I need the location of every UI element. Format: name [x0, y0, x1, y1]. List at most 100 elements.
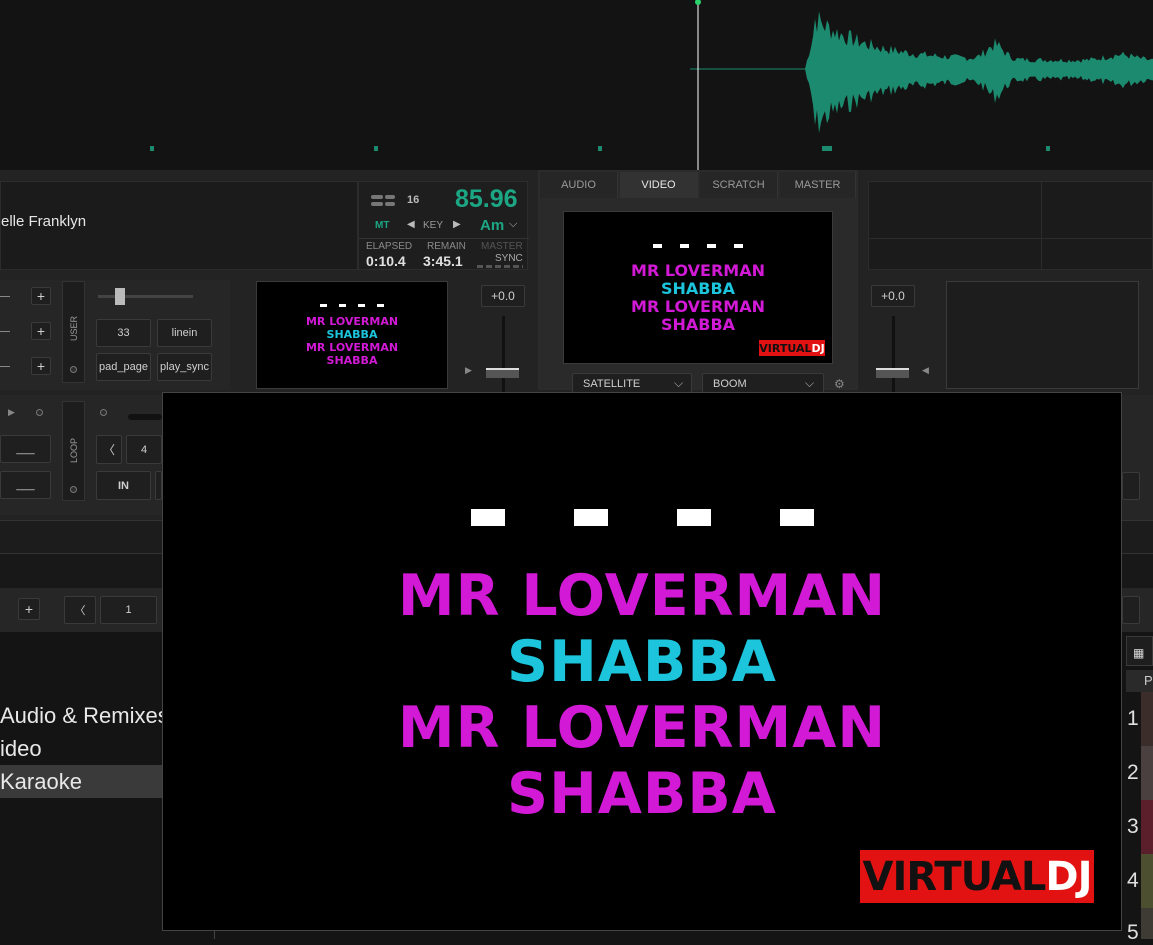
- waveform-svg: [150, 0, 1153, 170]
- mt-button[interactable]: MT: [375, 220, 389, 231]
- row-number: 5: [1127, 921, 1139, 944]
- user-pad-group: USER: [62, 281, 85, 383]
- row-number: 4: [1127, 869, 1139, 892]
- video-output-window[interactable]: MR LOVERMAN SHABBA MR LOVERMAN SHABBA VI…: [162, 392, 1122, 931]
- loop-slider[interactable]: [128, 414, 162, 420]
- right-deck-info: [868, 181, 1153, 271]
- logo-text-right: DJ: [1045, 853, 1092, 900]
- tab-video[interactable]: VIDEO: [620, 172, 698, 198]
- chevron-down-icon[interactable]: ⌵: [805, 376, 814, 391]
- beat-marker: [598, 146, 602, 151]
- beat-marker: [150, 146, 154, 151]
- tab-audio[interactable]: AUDIO: [540, 172, 618, 198]
- add-page-button[interactable]: +: [18, 598, 40, 620]
- loop-size-value[interactable]: 4: [126, 435, 162, 464]
- page-next-button-partial[interactable]: [1122, 596, 1140, 624]
- key-label: KEY: [423, 220, 444, 231]
- preview-lyric-line-1: MR LOVERMAN: [631, 261, 765, 280]
- right-button-partial[interactable]: [1122, 472, 1140, 500]
- pad-slider-track[interactable]: [98, 295, 193, 298]
- preview-lyric-line-3: MR LOVERMAN: [631, 297, 765, 316]
- browser-divider: [214, 931, 215, 939]
- tab-master[interactable]: MASTER: [780, 172, 856, 198]
- hotcue-button[interactable]: ___: [0, 435, 51, 463]
- left-pitch-value[interactable]: +0.0: [481, 285, 525, 307]
- lyric-dash: [471, 509, 505, 526]
- folder-audio-remixes[interactable]: Audio & Remixes: [0, 699, 162, 732]
- lyric-dash: [780, 509, 814, 526]
- lyric-line-3: MR LOVERMAN: [397, 695, 887, 761]
- chevron-down-icon[interactable]: ⌵: [509, 218, 517, 231]
- page-number[interactable]: 1: [100, 596, 157, 624]
- lyric-dash: [574, 509, 608, 526]
- key-down-icon[interactable]: ◀: [407, 219, 415, 230]
- row-number: 2: [1127, 761, 1139, 784]
- lyric-line-2: SHABBA: [507, 629, 777, 695]
- beat-marker: [374, 146, 378, 151]
- left-pitch-track[interactable]: [502, 316, 505, 392]
- play-arrow-left-icon[interactable]: ◀: [922, 365, 929, 376]
- sync-label[interactable]: SYNC: [495, 253, 523, 264]
- sync-meter: [477, 265, 523, 268]
- plus-button[interactable]: +: [31, 287, 51, 305]
- left-pitch-handle[interactable]: [486, 368, 519, 378]
- waveform-display[interactable]: [0, 0, 1153, 170]
- effect-left-label: SATELLITE: [583, 378, 641, 390]
- user-led[interactable]: [70, 366, 77, 373]
- logo-text-left: VIRTUAL: [862, 853, 1047, 900]
- mini-lyric-line-3: MR LOVERMAN: [305, 341, 399, 354]
- beat-marker: [1046, 146, 1050, 151]
- left-deck-video-preview[interactable]: MR LOVERMAN SHABBA MR LOVERMAN SHABBA: [256, 281, 448, 389]
- loop-led[interactable]: [36, 409, 43, 416]
- loop-out-button-partial[interactable]: [155, 471, 162, 500]
- loop-group-led[interactable]: [70, 486, 77, 493]
- effect-right-label: BOOM: [713, 378, 747, 390]
- lyric-line-4: SHABBA: [507, 761, 777, 827]
- logo-text-left: VIRTUAL: [759, 341, 812, 355]
- beatgrid-icon: [371, 195, 383, 199]
- grid-view-button[interactable]: ▦: [1126, 636, 1153, 666]
- pad-button-pad-page[interactable]: pad_page: [96, 353, 151, 381]
- key-up-icon[interactable]: ▶: [453, 219, 461, 230]
- play-small-icon[interactable]: ▶: [8, 407, 15, 418]
- pad-slider-handle[interactable]: [115, 288, 125, 305]
- user-label: USER: [69, 316, 79, 342]
- slider-stub: [0, 366, 10, 367]
- loop-group: LOOP: [62, 401, 85, 501]
- right-deck-video-preview[interactable]: [946, 281, 1139, 389]
- tab-scratch[interactable]: SCRATCH: [700, 172, 778, 198]
- chevron-down-icon[interactable]: ⌵: [674, 376, 683, 391]
- remain-label: REMAIN: [427, 241, 466, 252]
- playhead-marker: [695, 0, 701, 5]
- gear-icon[interactable]: ⚙: [834, 377, 845, 391]
- loop-label: LOOP: [69, 438, 79, 464]
- lyric-dash: [677, 509, 711, 526]
- pad-button-play-sync[interactable]: play_sync: [157, 353, 212, 381]
- page-prev-button[interactable]: 〈: [64, 596, 96, 624]
- pad-button-33[interactable]: 33: [96, 319, 151, 347]
- folder-karaoke[interactable]: Karaoke: [0, 765, 162, 798]
- pad-button-linein[interactable]: linein: [157, 319, 212, 347]
- hotcue-button[interactable]: ___: [0, 471, 51, 499]
- right-pitch-track[interactable]: [892, 316, 895, 392]
- slider-stub: [0, 296, 10, 297]
- elapsed-label: ELAPSED: [366, 241, 413, 252]
- loop-in-button[interactable]: IN: [96, 471, 151, 500]
- master-video-preview[interactable]: MR LOVERMAN SHABBA MR LOVERMAN SHABBA VI…: [563, 211, 833, 364]
- bpm-value[interactable]: 85.96: [455, 185, 518, 214]
- logo-text-right: DJ: [811, 341, 825, 355]
- right-pitch-handle[interactable]: [876, 368, 909, 378]
- folder-video[interactable]: ideo: [0, 732, 162, 765]
- lyric-line-1: MR LOVERMAN: [397, 563, 887, 629]
- mini-lyric-line-2: SHABBA: [326, 328, 378, 341]
- column-header[interactable]: P: [1126, 670, 1153, 692]
- row-thumb: [1141, 908, 1153, 939]
- key-value[interactable]: Am: [480, 217, 504, 234]
- plus-button[interactable]: +: [31, 357, 51, 375]
- beatgrid-icon-4: [385, 202, 395, 206]
- loop-half-button[interactable]: 〈: [96, 435, 122, 464]
- plus-button[interactable]: +: [31, 322, 51, 340]
- play-arrow-icon[interactable]: ▶: [465, 365, 472, 376]
- loop-size-led[interactable]: [100, 409, 107, 416]
- right-pitch-value[interactable]: +0.0: [871, 285, 915, 307]
